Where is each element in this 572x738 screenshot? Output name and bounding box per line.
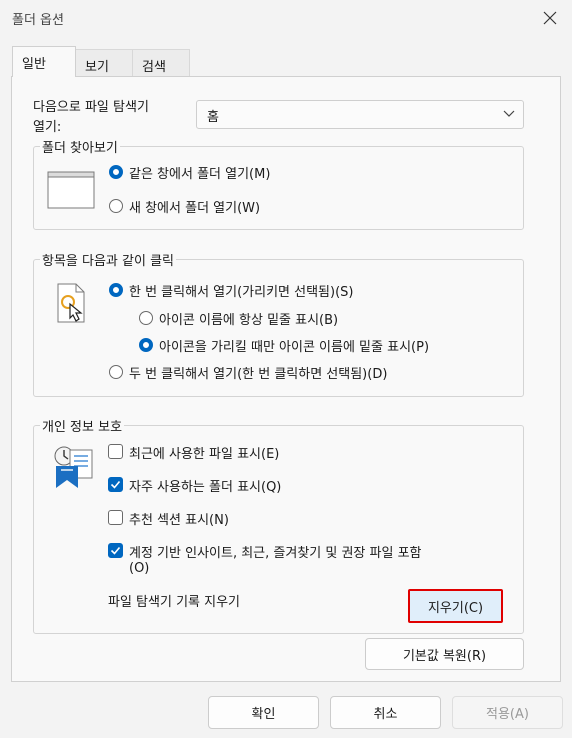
close-button[interactable] xyxy=(532,2,568,34)
browse-folders-title: 폴더 찾아보기 xyxy=(40,137,120,156)
option-new-window[interactable]: 새 창에서 폴더 열기(W) xyxy=(129,197,260,216)
tab-general-label: 일반 xyxy=(22,57,46,72)
radio-new-window[interactable] xyxy=(109,199,123,213)
radio-same-window[interactable] xyxy=(109,165,123,179)
tab-general[interactable]: 일반 xyxy=(12,46,76,77)
option-recent-files[interactable]: 최근에 사용한 파일 표시(E) xyxy=(129,443,279,462)
privacy-icon xyxy=(54,446,93,488)
apply-button[interactable]: 적용(A) xyxy=(452,696,563,729)
open-explorer-dropdown[interactable]: 홈 xyxy=(196,100,524,129)
click-items-title: 항목을 다음과 같이 클릭 xyxy=(40,250,176,269)
option-frequent-folders[interactable]: 자주 사용하는 폴더 표시(Q) xyxy=(129,476,281,495)
checkmark-icon xyxy=(110,480,121,489)
option-same-window[interactable]: 같은 창에서 폴더 열기(M) xyxy=(129,163,270,182)
radio-underline-hover[interactable] xyxy=(139,338,153,352)
clear-history-button[interactable]: 지우기(C) xyxy=(408,589,503,623)
checkbox-recommended[interactable] xyxy=(108,510,123,525)
open-explorer-label-line1: 다음으로 파일 탐색기 xyxy=(33,100,149,115)
open-explorer-label-line2: 열기: xyxy=(33,120,62,135)
ok-button[interactable]: 확인 xyxy=(208,696,319,729)
open-explorer-value: 홈 xyxy=(207,110,219,125)
cancel-button[interactable]: 취소 xyxy=(330,696,441,729)
tab-search-label: 검색 xyxy=(142,60,166,75)
window-icon xyxy=(47,171,95,209)
ok-label: 확인 xyxy=(251,707,276,722)
option-underline-hover[interactable]: 아이콘을 가리킬 때만 아이콘 이름에 밑줄 표시(P) xyxy=(159,336,429,355)
privacy-title: 개인 정보 보호 xyxy=(40,416,125,435)
checkbox-account-insights[interactable] xyxy=(108,543,123,558)
checkbox-frequent-folders[interactable] xyxy=(108,477,123,492)
close-icon xyxy=(543,11,557,25)
pointer-hand-icon xyxy=(57,283,85,323)
clear-history-label: 파일 탐색기 기록 지우기 xyxy=(108,595,240,610)
checkmark-icon xyxy=(110,546,121,555)
window-title: 폴더 옵션 xyxy=(12,13,64,28)
option-recommended[interactable]: 추천 섹션 표시(N) xyxy=(129,509,229,528)
restore-defaults-button[interactable]: 기본값 복원(R) xyxy=(365,638,524,670)
title-bar: 폴더 옵션 xyxy=(0,0,572,36)
clear-button-label: 지우기(C) xyxy=(427,600,484,616)
option-account-insights-line2[interactable]: (O) xyxy=(129,561,149,576)
option-account-insights-line1[interactable]: 계정 기반 인사이트, 최근, 즐겨찾기 및 권장 파일 포함 xyxy=(129,542,421,561)
tab-view[interactable]: 보기 xyxy=(75,49,133,77)
tab-view-label: 보기 xyxy=(85,60,109,75)
browse-folders-group xyxy=(33,146,524,230)
tab-search[interactable]: 검색 xyxy=(132,49,190,77)
option-single-click[interactable]: 한 번 클릭해서 열기(가리키면 선택됨)(S) xyxy=(129,281,353,300)
radio-underline-always[interactable] xyxy=(139,311,153,325)
option-double-click[interactable]: 두 번 클릭해서 열기(한 번 클릭하면 선택됨)(D) xyxy=(129,363,387,382)
cancel-label: 취소 xyxy=(373,707,398,722)
apply-label: 적용(A) xyxy=(486,707,529,722)
restore-defaults-label: 기본값 복원(R) xyxy=(402,648,487,664)
option-underline-always[interactable]: 아이콘 이름에 항상 밑줄 표시(B) xyxy=(159,309,338,328)
radio-double-click[interactable] xyxy=(109,365,123,379)
radio-single-click[interactable] xyxy=(109,283,123,297)
checkbox-recent-files[interactable] xyxy=(108,444,123,459)
chevron-down-icon xyxy=(503,110,515,117)
